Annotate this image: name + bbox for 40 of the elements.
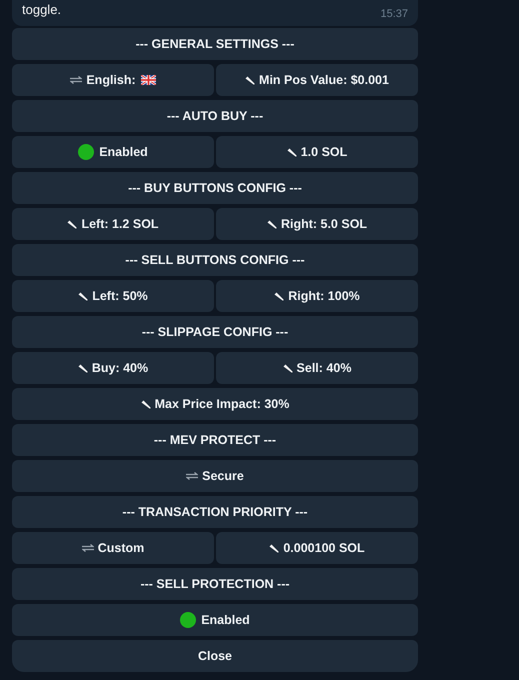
keyboard-button[interactable]: Custom: [12, 532, 214, 564]
keyboard-button[interactable]: Min Pos Value: $0.001: [216, 64, 418, 96]
keyboard-button[interactable]: Left: 1.2 SOL: [12, 208, 214, 240]
pencil-icon: [286, 147, 297, 157]
swap-arrows-icon: [186, 472, 198, 480]
keyboard-button[interactable]: English:: [12, 64, 214, 96]
keyboard-button[interactable]: Buy: 40%: [12, 352, 214, 384]
message-text: toggle.: [22, 2, 62, 17]
pencil-icon: [282, 363, 293, 373]
pencil-icon: [269, 543, 280, 553]
keyboard-button[interactable]: Close: [12, 640, 418, 672]
pencil-icon: [245, 75, 256, 85]
keyboard-button[interactable]: Secure: [12, 460, 418, 492]
keyboard-button[interactable]: --- TRANSACTION PRIORITY ---: [12, 496, 418, 528]
keyboard-button[interactable]: --- SELL BUTTONS CONFIG ---: [12, 244, 418, 276]
swap-arrows-icon: [82, 544, 94, 552]
keyboard-button[interactable]: --- GENERAL SETTINGS ---: [12, 28, 418, 60]
keyboard-button[interactable]: --- SLIPPAGE CONFIG ---: [12, 316, 418, 348]
pencil-icon: [78, 363, 88, 373]
keyboard-button[interactable]: Sell: 40%: [216, 352, 418, 384]
message-time: 15:37: [380, 8, 408, 20]
pencil-icon: [78, 291, 88, 301]
keyboard-button[interactable]: 0.000100 SOL: [216, 532, 418, 564]
pencil-icon: [140, 399, 151, 409]
pencil-icon: [67, 219, 78, 229]
keyboard-button[interactable]: --- MEV PROTECT ---: [12, 424, 418, 456]
keyboard-button[interactable]: Right: 5.0 SOL: [216, 208, 418, 240]
keyboard-button[interactable]: Enabled: [12, 604, 418, 636]
keyboard-button[interactable]: --- BUY BUTTONS CONFIG ---: [12, 172, 418, 204]
keyboard-button[interactable]: Right: 100%: [216, 280, 418, 312]
flag-icon: [140, 75, 156, 85]
keyboard-button[interactable]: 1.0 SOL: [216, 136, 418, 168]
keyboard-button[interactable]: --- SELL PROTECTION ---: [12, 568, 418, 600]
keyboard-button[interactable]: Left: 50%: [12, 280, 214, 312]
pencil-icon: [274, 291, 284, 301]
pencil-icon: [266, 219, 277, 229]
swap-arrows-icon: [70, 76, 82, 84]
keyboard-button[interactable]: --- AUTO BUY ---: [12, 100, 418, 132]
keyboard-button[interactable]: Enabled: [12, 136, 214, 168]
keyboard-button[interactable]: Max Price Impact: 30%: [12, 388, 418, 420]
